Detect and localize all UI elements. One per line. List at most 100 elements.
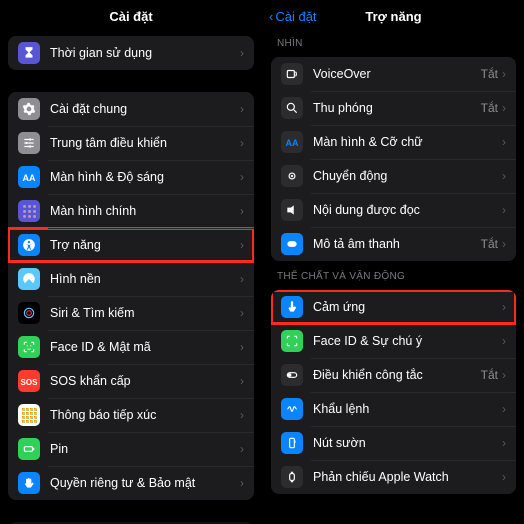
physical-group: Cảm ứng › Face ID & Sự chú ý › Điều khiể… <box>271 290 516 494</box>
vision-group: VoiceOver Tắt › Thu phóng Tắt › Màn hình… <box>271 57 516 261</box>
chevron-right-icon: › <box>502 67 506 81</box>
switch-icon <box>281 364 303 386</box>
row-label: Mô tả âm thanh <box>313 237 475 251</box>
hourglass-icon <box>18 42 40 64</box>
row-label: Cài đặt chung <box>50 102 236 116</box>
brightness-icon <box>18 166 40 188</box>
control-center-row[interactable]: Trung tâm điều khiển › <box>8 126 254 160</box>
display-row[interactable]: Màn hình & Độ sáng › <box>8 160 254 194</box>
header: Cài đặt <box>0 0 262 32</box>
battery-row[interactable]: Pin › <box>8 432 254 466</box>
faceid-icon <box>281 330 303 352</box>
display-text-row[interactable]: Màn hình & Cỡ chữ › <box>271 125 516 159</box>
chevron-right-icon: › <box>502 135 506 149</box>
chevron-right-icon: › <box>240 170 244 184</box>
chevron-right-icon: › <box>502 203 506 217</box>
chevron-right-icon: › <box>240 408 244 422</box>
accessibility-icon <box>18 234 40 256</box>
home-grid-icon <box>18 200 40 222</box>
speech-icon <box>281 199 303 221</box>
general-group: Cài đặt chung › Trung tâm điều khiển › M… <box>8 92 254 500</box>
side-button-row[interactable]: Nút sườn › <box>271 426 516 460</box>
apple-watch-mirror-row[interactable]: Phản chiếu Apple Watch › <box>271 460 516 494</box>
row-label: Cảm ứng <box>313 300 498 314</box>
chevron-right-icon: › <box>240 476 244 490</box>
row-label: Chuyển động <box>313 169 498 183</box>
motion-row[interactable]: Chuyển động › <box>271 159 516 193</box>
voice-icon <box>281 398 303 420</box>
chevron-right-icon: › <box>240 238 244 252</box>
faceid-icon <box>18 336 40 358</box>
faceid-attention-row[interactable]: Face ID & Sự chú ý › <box>271 324 516 358</box>
row-label: Màn hình & Độ sáng <box>50 170 236 184</box>
chevron-right-icon: › <box>502 368 506 382</box>
chevron-right-icon: › <box>240 102 244 116</box>
home-screen-row[interactable]: Màn hình chính › <box>8 194 254 228</box>
accessibility-pane: ‹ Cài đặt Trợ năng NHÌN VoiceOver Tắt › … <box>262 0 524 524</box>
chevron-right-icon: › <box>502 237 506 251</box>
exposure-icon <box>18 404 40 426</box>
row-label: Face ID & Mật mã <box>50 340 236 354</box>
battery-icon <box>18 438 40 460</box>
chevron-right-icon: › <box>240 46 244 60</box>
row-label: Nội dung được đọc <box>313 203 498 217</box>
siri-row[interactable]: Siri & Tìm kiếm › <box>8 296 254 330</box>
hand-icon <box>18 472 40 494</box>
switch-control-row[interactable]: Điều khiển công tắc Tắt › <box>271 358 516 392</box>
header: ‹ Cài đặt Trợ năng <box>263 0 524 32</box>
wallpaper-icon <box>18 268 40 290</box>
sos-row[interactable]: SOS khẩn cấp › <box>8 364 254 398</box>
chevron-left-icon: ‹ <box>269 9 273 24</box>
chevron-right-icon: › <box>502 169 506 183</box>
row-value: Tắt <box>481 237 498 251</box>
voiceover-row[interactable]: VoiceOver Tắt › <box>271 57 516 91</box>
sos-icon <box>18 370 40 392</box>
screen-time-row[interactable]: Thời gian sử dụng › <box>8 36 254 70</box>
row-label: Siri & Tìm kiếm <box>50 306 236 320</box>
row-label: Trợ năng <box>50 238 236 252</box>
chevron-right-icon: › <box>502 402 506 416</box>
row-label: SOS khẩn cấp <box>50 374 236 388</box>
row-label: Quyền riêng tư & Bảo mật <box>50 476 236 490</box>
privacy-row[interactable]: Quyền riêng tư & Bảo mật › <box>8 466 254 500</box>
row-label: Thu phóng <box>313 101 475 115</box>
side-button-icon <box>281 432 303 454</box>
chevron-right-icon: › <box>240 374 244 388</box>
faceid-row[interactable]: Face ID & Mật mã › <box>8 330 254 364</box>
touch-icon <box>281 296 303 318</box>
zoom-row[interactable]: Thu phóng Tắt › <box>271 91 516 125</box>
row-label: Màn hình & Cỡ chữ <box>313 135 498 149</box>
row-label: Hình nền <box>50 272 236 286</box>
audio-description-row[interactable]: Mô tả âm thanh Tắt › <box>271 227 516 261</box>
row-label: Trung tâm điều khiển <box>50 136 236 150</box>
touch-row[interactable]: Cảm ứng › <box>271 290 516 324</box>
sliders-icon <box>18 132 40 154</box>
chevron-right-icon: › <box>240 136 244 150</box>
chevron-right-icon: › <box>240 272 244 286</box>
voice-control-row[interactable]: Khẩu lệnh › <box>271 392 516 426</box>
row-label: Màn hình chính <box>50 204 236 218</box>
chevron-right-icon: › <box>502 101 506 115</box>
back-button[interactable]: ‹ Cài đặt <box>269 9 317 24</box>
chevron-right-icon: › <box>240 204 244 218</box>
row-label: Thời gian sử dụng <box>50 46 236 60</box>
gear-icon <box>18 98 40 120</box>
spoken-content-row[interactable]: Nội dung được đọc › <box>271 193 516 227</box>
section-physical-label: THỂ CHẤT VÀ VẬN ĐỘNG <box>263 265 524 286</box>
chevron-right-icon: › <box>502 334 506 348</box>
row-label: Phản chiếu Apple Watch <box>313 470 498 484</box>
chevron-right-icon: › <box>240 442 244 456</box>
voiceover-icon <box>281 63 303 85</box>
general-row[interactable]: Cài đặt chung › <box>8 92 254 126</box>
row-label: Pin <box>50 442 236 456</box>
exposure-row[interactable]: Thông báo tiếp xúc › <box>8 398 254 432</box>
text-size-icon <box>281 131 303 153</box>
row-label: Thông báo tiếp xúc <box>50 408 236 422</box>
row-label: VoiceOver <box>313 67 475 81</box>
row-value: Tắt <box>481 368 498 382</box>
siri-icon <box>18 302 40 324</box>
wallpaper-row[interactable]: Hình nền › <box>8 262 254 296</box>
row-label: Face ID & Sự chú ý <box>313 334 498 348</box>
section-vision-label: NHÌN <box>263 32 524 53</box>
accessibility-row[interactable]: Trợ năng › <box>8 228 254 262</box>
